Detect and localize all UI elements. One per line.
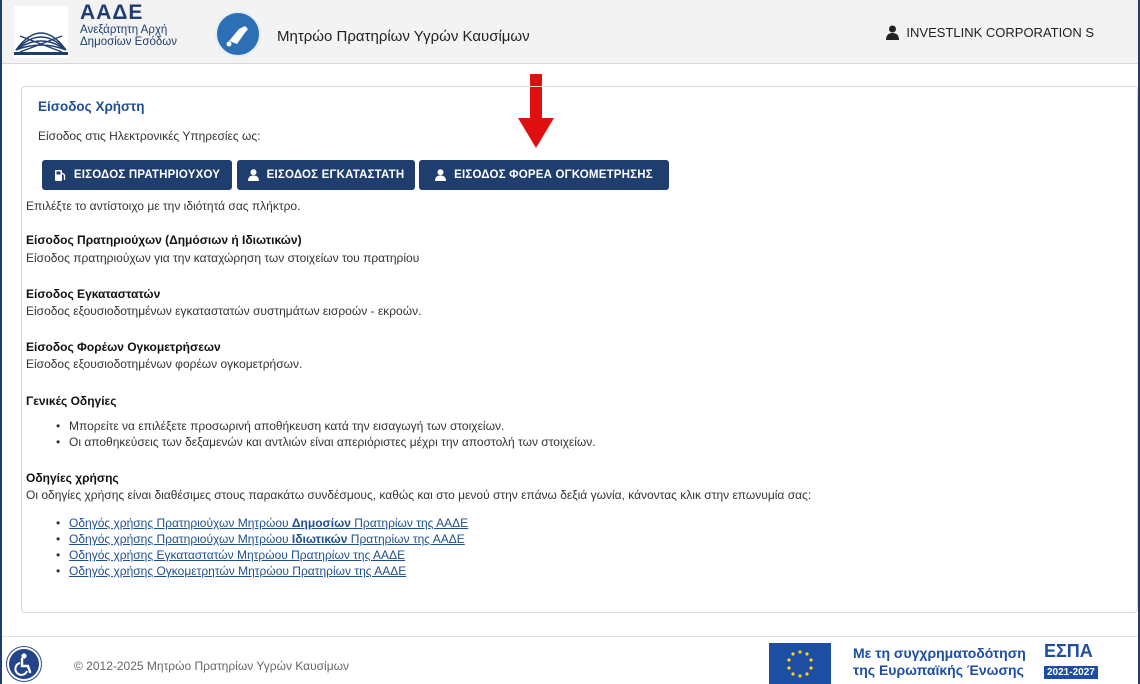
section-station-owners-heading: Είσοδος Πρατηριούχων (Δημόσιων ή Ιδιωτικ…	[26, 233, 302, 247]
choose-hint: Επιλέξτε το αντίστοιχο με την ιδιότητά σ…	[26, 199, 301, 213]
section-station-owners-text: Είσοδος πρατηριούχων για την καταχώρηση …	[26, 251, 420, 265]
list-item: Οδηγός χρήσης Εγκαταστατών Μητρώου Πρατη…	[56, 547, 468, 563]
cofunding-line2: της Ευρωπαϊκής Ένωσης	[853, 662, 1024, 678]
list-item: Οδηγός χρήσης Πρατηριούχων Μητρώου Δημοσ…	[56, 515, 468, 531]
section-installers-text: Είσοδος εξουσιοδοτημένων εγκαταστατών συ…	[26, 304, 422, 318]
usage-instructions-text: Οι οδηγίες χρήσης είναι διαθέσιμες στους…	[26, 488, 812, 502]
list-item: Οδηγός χρήσης Πρατηριούχων Μητρώου Ιδιωτ…	[56, 531, 468, 547]
login-installer-label: ΕΙΣΟΔΟΣ ΕΓΚΑΤΑΣΤΑΤΗ	[266, 169, 405, 181]
brand-block: ΑΑΔΕ Ανεξάρτητη Αρχή Δημοσίων Εσόδων	[80, 1, 177, 49]
espa-logo: ΕΣΠΑ 2021-2027	[1044, 641, 1098, 680]
brand-subtitle-line2: Δημοσίων Εσόδων	[80, 36, 177, 48]
list-item: Οδηγός χρήσης Ογκομετρητών Μητρώου Πρατη…	[56, 563, 468, 579]
user-icon	[886, 25, 900, 40]
guide-private-stations-link[interactable]: Οδηγός χρήσης Πρατηριούχων Μητρώου Ιδιωτ…	[69, 532, 465, 546]
fuel-pump-icon	[54, 169, 65, 181]
guide-metering-link[interactable]: Οδηγός χρήσης Ογκομετρητών Μητρώου Πρατη…	[69, 564, 406, 578]
login-panel: Είσοδος Χρήστη Είσοδος στις Ηλεκτρονικές…	[21, 86, 1138, 613]
accessibility-button[interactable]	[7, 647, 41, 681]
user-icon	[247, 169, 259, 181]
cofunding-line1: Με τη συγχρηματοδότηση	[853, 645, 1026, 661]
list-item: Μπορείτε να επιλέξετε προσωρινή αποθήκευ…	[56, 418, 596, 434]
app-title: Μητρώο Πρατηρίων Υγρών Καυσίμων	[277, 28, 530, 45]
footer: © 2012-2025 Μητρώο Πρατηρίων Υγρών Καυσί…	[2, 636, 1138, 684]
espa-years: 2021-2027	[1044, 666, 1098, 679]
espa-title: ΕΣΠΑ	[1044, 641, 1093, 661]
accessibility-icon	[14, 653, 32, 676]
guide-installers-link[interactable]: Οδηγός χρήσης Εγκαταστατών Μητρώου Πρατη…	[69, 548, 405, 562]
user-icon	[435, 169, 447, 181]
top-header: ΑΑΔΕ Ανεξάρτητη Αρχή Δημοσίων Εσόδων Μητ…	[2, 0, 1138, 64]
aade-logo-icon	[14, 6, 68, 58]
usage-links-list: Οδηγός χρήσης Πρατηριούχων Μητρώου Δημοσ…	[56, 515, 468, 579]
general-instructions-list: Μπορείτε να επιλέξετε προσωρινή αποθήκευ…	[56, 418, 596, 450]
login-installer-button[interactable]: ΕΙΣΟΔΟΣ ΕΓΚΑΤΑΣΤΑΤΗ	[237, 160, 415, 190]
login-metering-body-label: ΕΙΣΟΔΟΣ ΦΟΡΕΑ ΟΓΚΟΜΕΤΡΗΣΗΣ	[454, 169, 653, 181]
cofunding-text: Με τη συγχρηματοδότηση της Ευρωπαϊκής Έν…	[853, 645, 1026, 679]
section-metering-heading: Είσοδος Φορέων Ογκομετρήσεων	[26, 340, 221, 354]
eu-flag-icon	[769, 643, 831, 684]
panel-title: Είσοδος Χρήστη	[38, 99, 145, 114]
fuel-nozzle-icon	[215, 11, 261, 57]
intro-text: Είσοδος στις Ηλεκτρονικές Υπηρεσίες ως:	[38, 129, 261, 143]
login-metering-body-button[interactable]: ΕΙΣΟΔΟΣ ΦΟΡΕΑ ΟΓΚΟΜΕΤΡΗΣΗΣ	[419, 160, 669, 190]
login-station-owner-button[interactable]: ΕΙΣΟΔΟΣ ΠΡΑΤΗΡΙΟΥΧΟΥ	[42, 160, 232, 190]
copyright-text: © 2012-2025 Μητρώο Πρατηρίων Υγρών Καυσί…	[74, 659, 350, 673]
brand-subtitle-line1: Ανεξάρτητη Αρχή	[80, 24, 168, 36]
section-metering-text: Είσοδος εξουσιοδοτημένων φορέων ογκομετρ…	[26, 357, 303, 371]
login-station-owner-label: ΕΙΣΟΔΟΣ ΠΡΑΤΗΡΙΟΥΧΟΥ	[73, 169, 221, 181]
usage-instructions-heading: Οδηγίες χρήσης	[26, 471, 119, 485]
guide-public-stations-link[interactable]: Οδηγός χρήσης Πρατηριούχων Μητρώου Δημοσ…	[69, 516, 468, 530]
user-menu[interactable]: INVESTLINK CORPORATION S	[886, 25, 1094, 40]
list-item: Οι αποθηκεύσεις των δεξαμενών και αντλιώ…	[56, 434, 596, 450]
brand-title: ΑΑΔΕ	[80, 1, 144, 24]
user-name: INVESTLINK CORPORATION S	[906, 25, 1094, 40]
section-installers-heading: Είσοδος Εγκαταστατών	[26, 287, 161, 301]
general-instructions-heading: Γενικές Οδηγίες	[26, 394, 117, 408]
